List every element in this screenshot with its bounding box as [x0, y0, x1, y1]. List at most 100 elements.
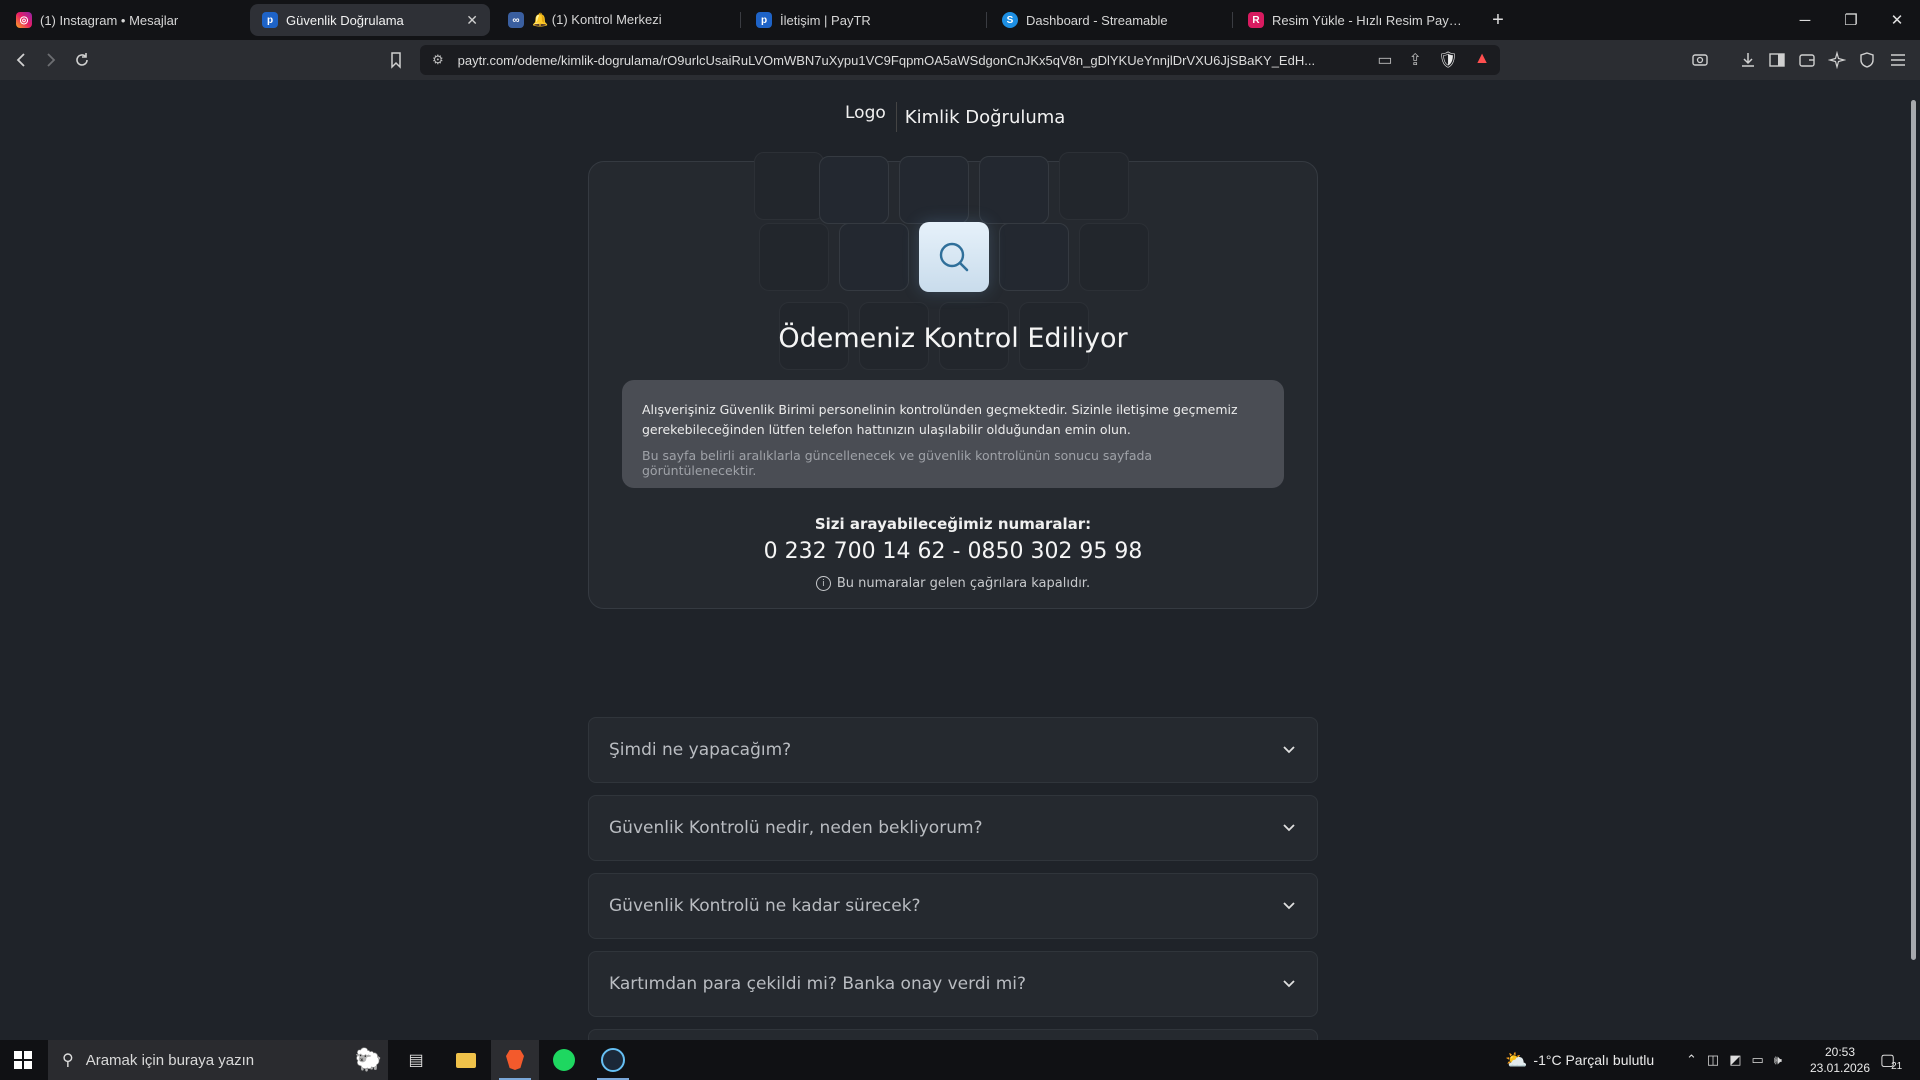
scrollbar-thumb[interactable] [1911, 100, 1916, 960]
tab-guvenlik-dogrulama[interactable]: p Güvenlik Doğrulama ✕ [250, 4, 490, 36]
microphone-icon[interactable]: ◫ [1707, 1052, 1719, 1068]
notification-count: 21 [1891, 1060, 1903, 1072]
taskbar-clock[interactable]: 20:53 23.01.2026 [1795, 1044, 1885, 1076]
sidebar-button[interactable] [1765, 48, 1789, 72]
tab-separator [986, 12, 987, 28]
faq-item-partial[interactable] [588, 1029, 1318, 1040]
faq-item[interactable]: Güvenlik Kontrolü ne kadar sürecek? [588, 873, 1318, 939]
brave-browser-button[interactable] [491, 1040, 539, 1080]
download-icon [1742, 53, 1754, 67]
bookmark-button[interactable] [384, 48, 408, 72]
chevron-up-icon[interactable]: ⌃ [1686, 1052, 1697, 1068]
control-center-icon: ∞ [508, 12, 524, 28]
sheep-illustration-icon: 🐑 [354, 1047, 382, 1072]
verification-card: Ödemeniz Kontrol Ediliyor Alışverişiniz … [588, 152, 1318, 609]
search-highlight-tile [919, 222, 989, 292]
downloads-button[interactable] [1736, 48, 1760, 72]
share-icon[interactable]: ⇪ [1408, 50, 1421, 70]
spotify-button[interactable] [540, 1040, 588, 1080]
screenshot-button[interactable] [1688, 48, 1712, 72]
faq-question: Şimdi ne yapacağım? [609, 740, 792, 760]
reload-button[interactable] [70, 48, 94, 72]
spotify-icon [553, 1049, 575, 1071]
steam-icon [601, 1048, 625, 1072]
folder-icon [456, 1052, 476, 1068]
tab-iletisim-paytr[interactable]: p İletişim | PayTR [744, 4, 984, 36]
faq-question: Güvenlik Kontrolü ne kadar sürecek? [609, 896, 921, 916]
steam-button[interactable] [589, 1040, 637, 1080]
chevron-down-icon [1283, 980, 1295, 988]
menu-button[interactable] [1886, 48, 1910, 72]
page-header: Logo Kimlik Doğruluma [845, 102, 1065, 132]
tab-streamable[interactable]: S Dashboard - Streamable [990, 4, 1230, 36]
new-tab-button[interactable]: + [1484, 6, 1512, 34]
tab-kontrol-merkezi[interactable]: ∞ 🔔 (1) Kontrol Merkezi [496, 4, 736, 36]
search-icon [939, 242, 969, 272]
leo-ai-button[interactable] [1825, 48, 1849, 72]
shield-icon [1860, 52, 1874, 68]
sidebar-icon [1769, 53, 1785, 67]
page-content: Logo Kimlik Doğruluma Ödemeniz Kontrol E… [0, 80, 1906, 1040]
card-title: Ödemeniz Kontrol Ediliyor [778, 323, 1128, 354]
chevron-down-icon [1283, 746, 1295, 754]
grid-cell [979, 156, 1049, 224]
address-bar[interactable]: ⚙ paytr.com/odeme/kimlik-dogrulama/rO9ur… [420, 45, 1500, 75]
vpn-button[interactable] [1855, 48, 1879, 72]
instagram-icon: ◎ [16, 12, 32, 28]
chevron-down-icon [1283, 902, 1295, 910]
streamable-icon: S [1002, 12, 1018, 28]
system-tray: ⌃ ◫ ◩ ▭ 🕪 [1686, 1040, 1782, 1080]
brave-rewards-icon[interactable]: ▲ [1474, 50, 1490, 70]
page-scrollbar[interactable] [1906, 80, 1920, 1040]
close-tab-icon[interactable]: ✕ [458, 12, 478, 29]
network-app-icon[interactable]: ◩ [1729, 1052, 1741, 1068]
taskbar-search[interactable]: ⚲ Aramak için buraya yazın 🐑 [48, 1040, 388, 1080]
reader-mode-icon[interactable]: ▭ [1377, 50, 1392, 70]
grid-cell [999, 223, 1069, 291]
logo: Logo [845, 103, 886, 123]
search-icon: ⚲ [62, 1052, 74, 1069]
notice-main-text: Alışverişiniz Güvenlik Birimi personelin… [642, 402, 1238, 437]
hamburger-menu-icon [1891, 54, 1905, 66]
phones-label: Sizi arayabileceğimiz numaralar: [814, 515, 1092, 533]
faq-item[interactable]: Kartımdan para çekildi mi? Banka onay ve… [588, 951, 1318, 1017]
reload-icon [76, 53, 88, 66]
brave-icon [506, 1050, 524, 1070]
minimize-button[interactable]: ─ [1782, 0, 1828, 40]
brave-shields-icon[interactable]: 🛡 [1438, 50, 1458, 70]
start-button[interactable] [0, 1040, 46, 1080]
tab-instagram[interactable]: ◎ (1) Instagram • Mesajlar [4, 4, 244, 36]
restore-button[interactable]: ❐ [1828, 0, 1874, 40]
url-text[interactable]: paytr.com/odeme/kimlik-dogrulama/rO9urlc… [458, 53, 1358, 68]
file-explorer-button[interactable] [442, 1040, 490, 1080]
info-icon: i [815, 576, 831, 591]
sparkle-icon [1828, 51, 1846, 69]
volume-icon[interactable]: 🕪 [1774, 1052, 1782, 1068]
faq-item[interactable]: Güvenlik Kontrolü nedir, neden bekliyoru… [588, 795, 1318, 861]
tab-strip: ◎ (1) Instagram • Mesajlar p Güvenlik Do… [0, 0, 1920, 40]
notice-sub-text: Bu sayfa belirli aralıklarla güncellenec… [642, 448, 1153, 478]
tab-resim-yukle[interactable]: R Resim Yükle - Hızlı Resim Paylaş - Hız… [1236, 4, 1476, 36]
grid-cell [759, 223, 829, 291]
back-arrow-icon [16, 53, 25, 67]
site-settings-icon[interactable]: ⚙ [432, 52, 444, 68]
task-view-button[interactable]: ▤ [392, 1040, 440, 1080]
weather-widget[interactable]: ⛅ -1°C Parçalı bulutlu [1505, 1040, 1654, 1080]
forward-button[interactable] [38, 48, 62, 72]
phones-note: i Bu numaralar gelen çağrılara kapalıdır… [589, 576, 1317, 591]
notification-center[interactable]: ▢ 21 [1880, 1040, 1902, 1080]
network-icon[interactable]: ▭ [1752, 1052, 1764, 1068]
windows-taskbar: ⚲ Aramak için buraya yazın 🐑 ▤ ⛅ -1°C Pa… [0, 1040, 1920, 1080]
forward-arrow-icon [47, 53, 56, 67]
phones-note-text: Bu numaralar gelen çağrılara kapalıdır. [836, 576, 1091, 591]
page-title: Kimlik Doğruluma [904, 106, 1066, 128]
wallet-button[interactable] [1795, 48, 1819, 72]
bookmark-icon [391, 52, 401, 69]
phone-numbers: 0 232 700 14 62 - 0850 302 95 98 [763, 539, 1143, 564]
paytr-icon: p [756, 12, 772, 28]
clock-time: 20:53 [1824, 1045, 1856, 1059]
grid-cell [754, 152, 824, 220]
back-button[interactable] [10, 48, 34, 72]
faq-item[interactable]: Şimdi ne yapacağım? [588, 717, 1318, 783]
close-window-button[interactable]: ✕ [1874, 0, 1920, 40]
